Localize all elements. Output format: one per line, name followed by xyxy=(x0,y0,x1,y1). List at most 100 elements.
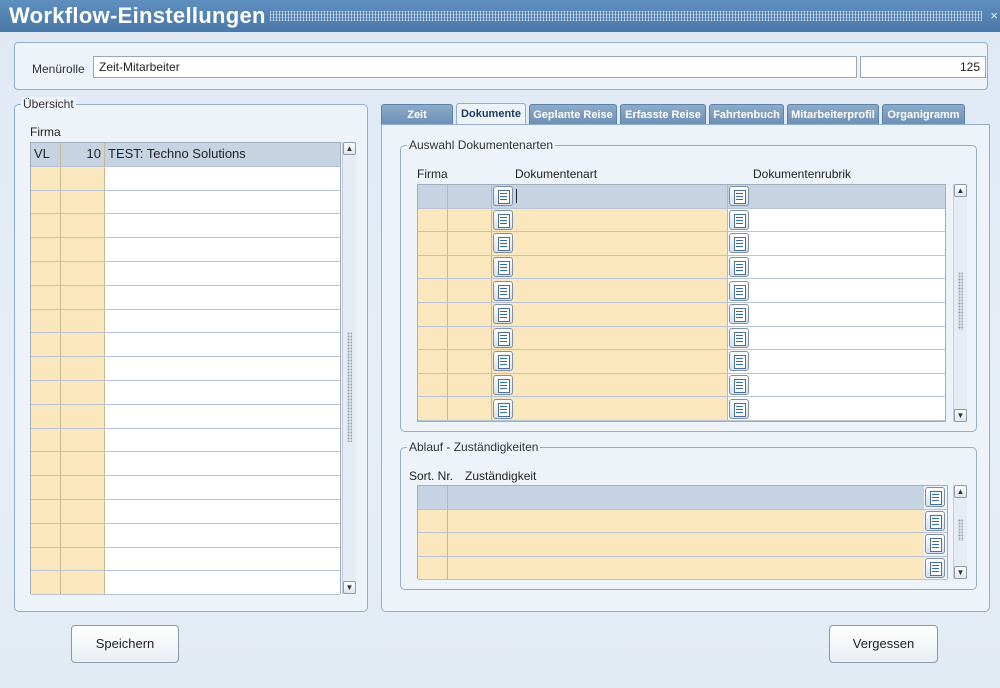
resp-sort-cell[interactable] xyxy=(418,486,448,509)
list-of-values-icon[interactable] xyxy=(729,398,749,419)
overview-vl-cell[interactable] xyxy=(31,571,61,595)
table-row[interactable] xyxy=(31,404,340,429)
doc-firma-cell[interactable] xyxy=(448,373,492,397)
overview-name-cell[interactable] xyxy=(105,214,340,238)
list-of-values-icon[interactable] xyxy=(493,327,513,348)
overview-number-cell[interactable] xyxy=(61,380,105,404)
doc-firma-cell[interactable] xyxy=(448,232,492,255)
overview-name-cell[interactable] xyxy=(105,357,340,380)
doc-dokumentenrubrik-cell[interactable] xyxy=(728,302,945,326)
table-row[interactable]: VL 10 TEST: Techno Solutions xyxy=(31,143,340,167)
overview-vl-cell[interactable] xyxy=(31,238,61,261)
overview-name-cell[interactable] xyxy=(105,190,340,214)
doc-firma-cell[interactable] xyxy=(448,326,492,350)
overview-scrollbar[interactable]: ▲ ▼ xyxy=(342,142,356,594)
doc-select-cell[interactable] xyxy=(418,279,448,302)
scroll-grip[interactable] xyxy=(958,272,963,330)
responsibilities-scrollbar[interactable]: ▲ ▼ xyxy=(953,485,967,579)
list-of-values-icon[interactable] xyxy=(729,257,749,278)
tab-mitarbeiterprofil[interactable]: Mitarbeiterprofil xyxy=(787,104,879,124)
table-row[interactable] xyxy=(418,255,945,280)
table-row[interactable] xyxy=(31,166,340,191)
table-row[interactable] xyxy=(418,279,945,303)
overview-number-cell[interactable] xyxy=(61,238,105,261)
list-of-values-icon[interactable] xyxy=(729,209,749,230)
list-of-values-icon[interactable] xyxy=(493,186,513,207)
doc-select-cell[interactable] xyxy=(418,350,448,373)
list-of-values-icon[interactable] xyxy=(729,280,749,301)
overview-vl-cell[interactable] xyxy=(31,261,61,285)
doc-select-cell[interactable] xyxy=(418,373,448,397)
overview-vl-cell[interactable] xyxy=(31,166,61,190)
overview-number-cell[interactable] xyxy=(61,476,105,499)
overview-name-cell[interactable] xyxy=(105,238,340,261)
list-of-values-icon[interactable] xyxy=(493,209,513,230)
doc-select-cell[interactable] xyxy=(418,208,448,232)
table-row[interactable] xyxy=(418,326,945,351)
tab-zeit[interactable]: Zeit xyxy=(381,104,453,124)
doc-select-cell[interactable] xyxy=(418,326,448,350)
overview-number-cell[interactable] xyxy=(61,309,105,333)
tab-erfasste-reise[interactable]: Erfasste Reise xyxy=(620,104,706,124)
table-row[interactable] xyxy=(31,380,340,405)
tab-fahrtenbuch[interactable]: Fahrtenbuch xyxy=(709,104,784,124)
overview-name-cell[interactable] xyxy=(105,571,340,595)
resp-zustaendigkeit-cell[interactable] xyxy=(448,509,924,532)
list-of-values-icon[interactable] xyxy=(729,233,749,254)
table-row[interactable] xyxy=(31,523,340,548)
table-row[interactable] xyxy=(31,428,340,453)
doc-firma-cell[interactable] xyxy=(448,302,492,326)
table-row[interactable] xyxy=(31,499,340,524)
list-of-values-icon[interactable] xyxy=(925,534,945,555)
overview-vl-cell[interactable] xyxy=(31,309,61,333)
list-of-values-icon[interactable] xyxy=(493,375,513,396)
overview-name-cell[interactable] xyxy=(105,452,340,476)
table-row[interactable] xyxy=(31,190,340,215)
table-row[interactable] xyxy=(418,185,945,209)
overview-vl-cell[interactable] xyxy=(31,380,61,404)
overview-vl-cell[interactable] xyxy=(31,428,61,452)
overview-name-cell[interactable] xyxy=(105,428,340,452)
doc-select-cell[interactable] xyxy=(418,255,448,279)
overview-number-cell[interactable] xyxy=(61,571,105,595)
overview-vl-cell[interactable] xyxy=(31,476,61,499)
overview-vl-cell[interactable] xyxy=(31,547,61,571)
doc-dokumentenrubrik-cell[interactable] xyxy=(728,208,945,232)
overview-number-cell[interactable] xyxy=(61,285,105,309)
scroll-up-icon[interactable]: ▲ xyxy=(954,485,967,498)
doc-dokumentenrubrik-cell[interactable] xyxy=(728,279,945,302)
doc-dokumentenrubrik-cell[interactable] xyxy=(728,255,945,279)
overview-name-cell[interactable] xyxy=(105,547,340,571)
doc-dokumentenrubrik-cell[interactable] xyxy=(728,350,945,373)
doc-select-cell[interactable] xyxy=(418,185,448,208)
doc-dokumentenrubrik-cell[interactable] xyxy=(728,232,945,255)
doc-dokumentenart-cell[interactable] xyxy=(492,279,728,302)
close-icon[interactable]: × xyxy=(990,8,998,23)
overview-number-cell[interactable] xyxy=(61,404,105,428)
table-row[interactable] xyxy=(418,208,945,233)
list-of-values-icon[interactable] xyxy=(729,351,749,372)
overview-name-cell[interactable] xyxy=(105,499,340,523)
list-of-values-icon[interactable] xyxy=(729,327,749,348)
overview-name-cell[interactable] xyxy=(105,404,340,428)
resp-sort-cell[interactable] xyxy=(418,533,448,556)
tab-organigramm[interactable]: Organigramm xyxy=(882,104,965,124)
doc-dokumentenart-cell[interactable] xyxy=(492,232,728,255)
table-row[interactable] xyxy=(418,533,947,557)
table-row[interactable] xyxy=(418,350,945,374)
list-of-values-icon[interactable] xyxy=(729,186,749,207)
overview-name-cell[interactable] xyxy=(105,166,340,190)
list-of-values-icon[interactable] xyxy=(729,375,749,396)
overview-name-cell[interactable] xyxy=(105,309,340,333)
overview-number-cell[interactable] xyxy=(61,166,105,190)
overview-name-cell[interactable] xyxy=(105,285,340,309)
doc-dokumentenrubrik-cell[interactable] xyxy=(728,397,945,420)
doc-dokumentenrubrik-cell[interactable] xyxy=(728,373,945,397)
doc-firma-cell[interactable] xyxy=(448,350,492,373)
menu-role-number-field[interactable]: 125 xyxy=(860,56,986,78)
table-row[interactable] xyxy=(418,486,947,510)
scroll-down-icon[interactable]: ▼ xyxy=(954,409,967,422)
list-of-values-icon[interactable] xyxy=(925,557,945,578)
tab-geplante-reise[interactable]: Geplante Reise xyxy=(529,104,617,124)
overview-name-cell[interactable] xyxy=(105,523,340,547)
